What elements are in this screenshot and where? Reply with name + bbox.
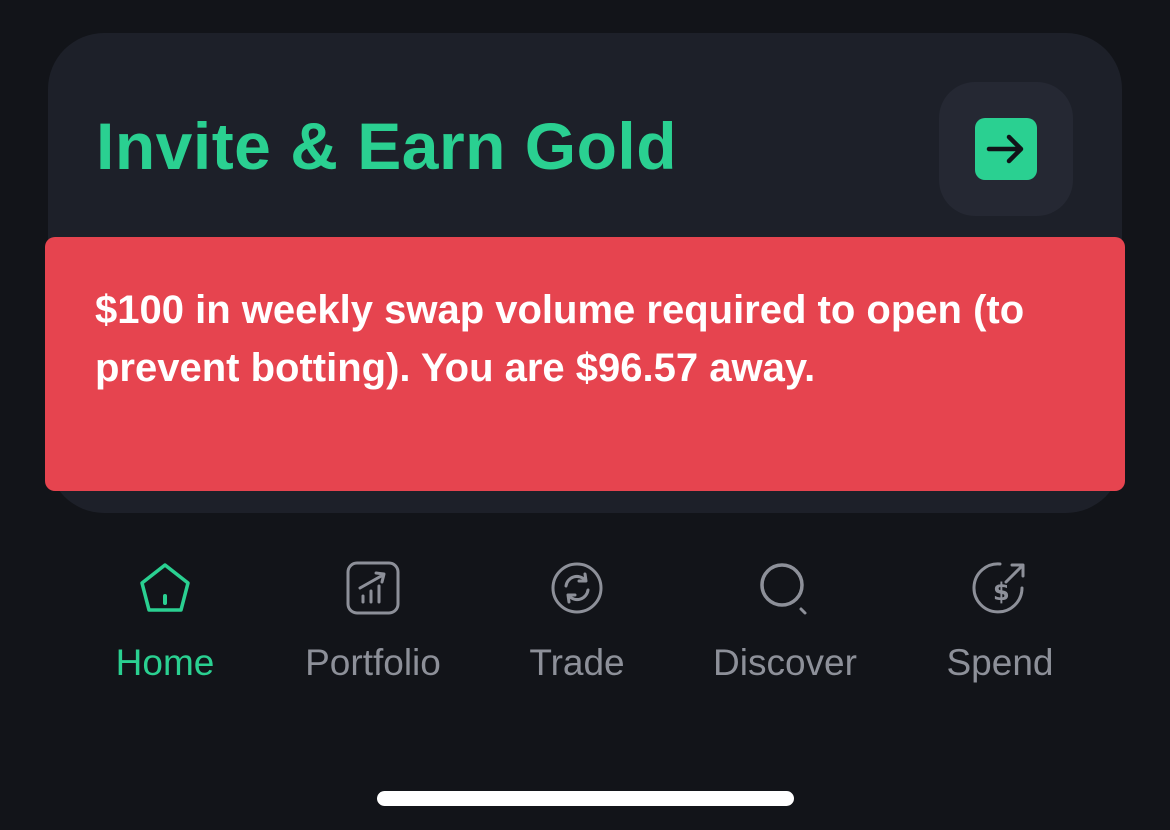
swap-volume-alert: $100 in weekly swap volume required to o… [45, 237, 1125, 491]
arrow-right-icon [975, 118, 1037, 180]
search-icon [760, 563, 807, 615]
tab-portfolio[interactable]: Portfolio [268, 550, 478, 700]
tab-portfolio-label: Portfolio [305, 642, 441, 683]
svg-text:$: $ [993, 578, 1010, 606]
home-icon [140, 563, 190, 612]
tab-discover-label: Discover [713, 642, 857, 683]
tab-spend[interactable]: $ Spend [895, 550, 1105, 700]
invite-arrow-button[interactable] [939, 82, 1073, 216]
bottom-tab-bar: Home Portfolio Trade Discover $ Spend [0, 550, 1170, 700]
portfolio-chart-icon [346, 561, 400, 615]
tab-discover[interactable]: Discover [680, 550, 890, 700]
app-screen: Invite & Earn Gold $100 in weekly swap v… [0, 0, 1170, 830]
tab-trade[interactable]: Trade [472, 550, 682, 700]
swap-arrows-icon [551, 562, 603, 614]
dollar-send-icon: $ [972, 562, 1025, 614]
alert-message: $100 in weekly swap volume required to o… [95, 288, 1025, 390]
home-indicator[interactable] [377, 791, 794, 806]
invite-card-title: Invite & Earn Gold [96, 109, 678, 183]
tab-spend-label: Spend [946, 642, 1054, 683]
tab-home[interactable]: Home [60, 550, 270, 700]
tab-trade-label: Trade [529, 642, 625, 683]
tab-home-label: Home [115, 642, 215, 683]
